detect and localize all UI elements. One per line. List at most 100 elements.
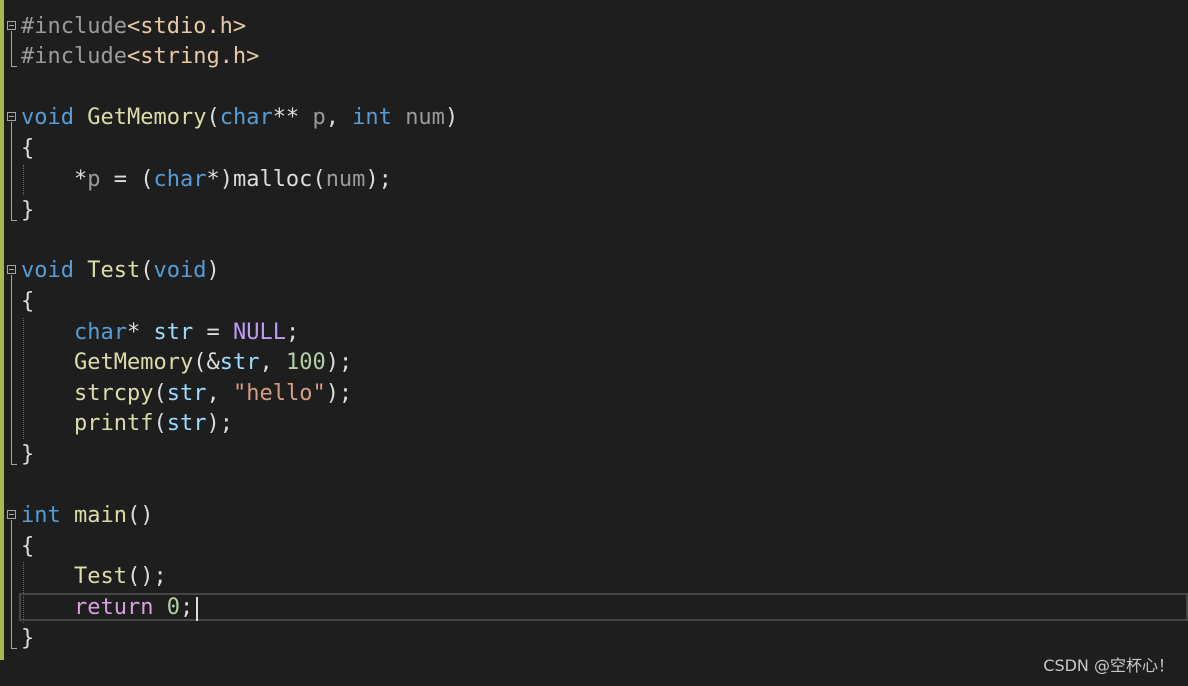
- code-line[interactable]: int main(): [0, 501, 1188, 531]
- code-line-text: char* str = NULL;: [21, 318, 299, 348]
- code-token: }: [21, 198, 35, 223]
- fold-guide-line: [11, 122, 12, 220]
- code-line[interactable]: [0, 226, 1188, 256]
- code-line-text: }: [21, 624, 34, 654]
- code-token: NULL: [232, 320, 286, 345]
- code-token: (&: [193, 350, 220, 375]
- code-line[interactable]: Test();: [0, 562, 1188, 592]
- fold-collapse-icon[interactable]: [7, 510, 16, 519]
- code-token: );: [365, 167, 392, 192]
- code-token: str: [219, 350, 260, 375]
- code-token: {: [21, 136, 35, 161]
- code-token: void: [21, 258, 74, 283]
- code-token: printf: [73, 411, 154, 436]
- fold-collapse-icon[interactable]: [7, 112, 16, 121]
- code-token: ): [444, 105, 459, 130]
- code-token: malloc: [232, 167, 313, 192]
- code-token: str: [153, 320, 194, 345]
- code-token: num: [325, 167, 366, 192]
- code-token: (: [140, 258, 154, 283]
- code-token: 100: [285, 350, 326, 375]
- indent-guide: [23, 165, 24, 195]
- code-line[interactable]: {: [0, 134, 1188, 164]
- code-line[interactable]: {: [0, 532, 1188, 562]
- code-token: (: [312, 167, 326, 192]
- code-line[interactable]: GetMemory(&str, 100);: [0, 348, 1188, 378]
- code-line[interactable]: #include<stdio.h>: [0, 12, 1188, 42]
- code-token: main: [74, 503, 127, 528]
- code-line[interactable]: #include<string.h>: [0, 42, 1188, 72]
- fold-guide-end: [11, 220, 17, 221]
- code-line[interactable]: [0, 470, 1188, 500]
- code-token: *: [126, 320, 154, 345]
- text-caret: [196, 597, 198, 621]
- code-token: str: [166, 381, 207, 406]
- code-token: p: [87, 167, 101, 192]
- code-token: (: [153, 381, 167, 406]
- fold-guide-line: [11, 31, 12, 66]
- code-token: (: [153, 411, 167, 436]
- code-token: **: [272, 105, 313, 130]
- code-line[interactable]: void GetMemory(char** p, int num): [0, 103, 1188, 133]
- code-line-text: {: [21, 532, 34, 562]
- fold-collapse-icon[interactable]: [7, 265, 16, 274]
- code-line[interactable]: }: [0, 624, 1188, 654]
- code-token: ): [206, 258, 220, 283]
- code-line-text: #include<string.h>: [21, 42, 259, 72]
- code-line[interactable]: strcpy(str, "hello");: [0, 379, 1188, 409]
- code-token: p: [312, 105, 326, 130]
- code-line[interactable]: }: [0, 440, 1188, 470]
- code-line-text: strcpy(str, "hello");: [21, 379, 352, 409]
- code-token: int: [21, 503, 61, 528]
- code-token: void: [21, 105, 74, 130]
- current-line-highlight: [19, 593, 1188, 621]
- code-line-text: printf(str);: [21, 409, 233, 439]
- code-token: ,: [206, 381, 233, 406]
- code-line-text: {: [21, 287, 34, 317]
- code-token: );: [325, 381, 353, 406]
- code-token: int: [352, 105, 392, 130]
- indent-guide: [23, 318, 24, 439]
- code-line[interactable]: [0, 72, 1188, 102]
- code-line-text: #include<stdio.h>: [21, 12, 246, 42]
- code-token: *): [206, 167, 233, 192]
- code-token: }: [21, 442, 35, 467]
- code-token: ,: [325, 105, 353, 130]
- code-line[interactable]: printf(str);: [0, 409, 1188, 439]
- code-line[interactable]: void Test(void): [0, 256, 1188, 286]
- code-editor[interactable]: #include<stdio.h> #include<string.h> void …: [0, 0, 1188, 686]
- code-line-text: void GetMemory(char** p, int num): [21, 103, 458, 133]
- code-line-text: {: [21, 134, 34, 164]
- code-token: #include: [21, 44, 127, 69]
- code-token: strcpy: [73, 381, 154, 406]
- code-token: #include: [21, 14, 127, 39]
- code-token: <string.h>: [126, 44, 260, 69]
- fold-guide-end: [11, 464, 17, 465]
- code-token: {: [21, 534, 35, 559]
- code-line[interactable]: char* str = NULL;: [0, 318, 1188, 348]
- code-token: ,: [259, 350, 286, 375]
- code-token: char: [73, 320, 127, 345]
- code-line-text: }: [21, 196, 34, 226]
- code-line-text: }: [21, 440, 34, 470]
- fold-guide-line: [11, 520, 12, 648]
- code-line[interactable]: }: [0, 196, 1188, 226]
- fold-guide-end: [11, 648, 17, 649]
- code-token: }: [21, 626, 35, 651]
- fold-collapse-icon[interactable]: [7, 21, 16, 30]
- fold-guide-end: [11, 66, 17, 67]
- code-token: );: [206, 411, 233, 436]
- code-token: (: [206, 105, 220, 130]
- code-line-text: *p = (char*)malloc(num);: [21, 165, 392, 195]
- code-line[interactable]: {: [0, 287, 1188, 317]
- code-line-text: Test();: [21, 562, 167, 592]
- code-token: Test: [87, 258, 141, 283]
- code-line[interactable]: *p = (char*)malloc(num);: [0, 165, 1188, 195]
